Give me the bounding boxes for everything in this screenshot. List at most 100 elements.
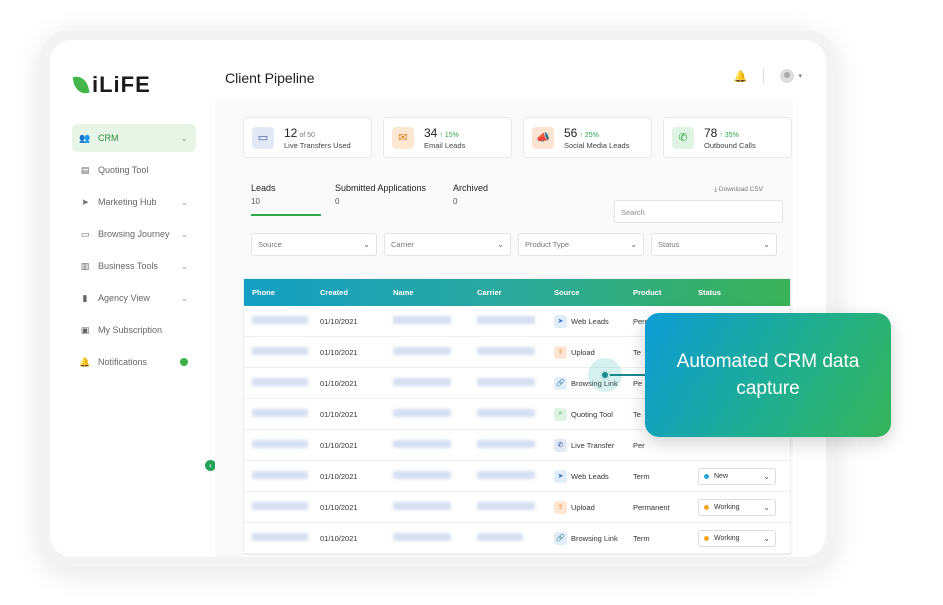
tab-bar: Leads 10 Submitted Applications 0 Archived 0 (251, 183, 523, 216)
redacted-carrier (477, 316, 535, 324)
chevron-down-icon: ⌄ (763, 471, 770, 481)
stat-card-text: 12 of 50 Live Transfers Used (284, 126, 351, 150)
source-label: Upload (571, 502, 595, 512)
sidebar-item-label: Browsing Journey (98, 229, 170, 239)
status-select[interactable]: New ⌄ (698, 467, 776, 485)
created-cell: 01/10/2021 (320, 409, 358, 419)
source-label: Upload (571, 347, 595, 357)
created-cell: 01/10/2021 (320, 316, 358, 326)
table-row[interactable]: 01/10/2021 🔗 Browsing Link Term Working ⌄ (244, 523, 790, 554)
stat-cards: ▭ 12 of 50 Live Transfers Used ✉ 34 ↑ 15% Email… (243, 117, 792, 158)
redacted-carrier (477, 409, 535, 417)
phone-cell (244, 471, 320, 481)
column-header-name[interactable]: Name (393, 288, 477, 297)
status-dot (704, 504, 709, 510)
name-cell (393, 440, 477, 450)
table-row[interactable]: 01/10/2021 ⇪ Upload Permanent Working ⌄ (244, 492, 790, 523)
name-cell (393, 471, 477, 481)
tab-submitted-applications[interactable]: Submitted Applications 0 (335, 183, 439, 216)
sidebar-item-notifications[interactable]: 🔔 Notifications (72, 348, 196, 376)
tab-count: 0 (453, 197, 458, 206)
stat-card[interactable]: 📣 56 ↑ 25% Social Media Leads (523, 117, 652, 158)
sidebar-item-label: CRM (98, 133, 119, 143)
status-cell: Working ⌄ (698, 529, 778, 547)
filter-status[interactable]: Status ⌄ (651, 233, 777, 256)
column-header-source[interactable]: Source (554, 288, 633, 297)
created-cell: 01/10/2021 (320, 471, 358, 481)
redacted-phone (252, 471, 308, 479)
product-cell: Permanent (633, 502, 670, 512)
sidebar-item-marketing-hub[interactable]: ➤ Marketing Hub ⌄ (72, 188, 196, 216)
search-input[interactable]: Search (614, 200, 783, 223)
redacted-name (393, 316, 451, 324)
filter-product-type[interactable]: Product Type ⌄ (518, 233, 644, 256)
stat-label: Live Transfers Used (284, 140, 351, 150)
chevron-down-icon[interactable]: ▾ (798, 72, 802, 80)
column-header-carrier[interactable]: Carrier (477, 288, 554, 297)
clipboard-icon: ▣ (80, 324, 90, 335)
document-icon: ▤ (80, 164, 90, 175)
chevron-down-icon[interactable]: ⌄ (180, 261, 188, 272)
status-label: New (714, 472, 729, 480)
sidebar-item-business-tools[interactable]: ▥ Business Tools ⌄ (72, 252, 196, 280)
sidebar-item-browsing-journey[interactable]: ▭ Browsing Journey ⌄ (72, 220, 196, 248)
megaphone-icon: 📣 (532, 126, 554, 149)
chevron-down-icon: ⌄ (763, 240, 770, 249)
filter-source[interactable]: Source ⌄ (251, 233, 377, 256)
source-cell: ⇪ Upload (554, 345, 633, 359)
name-cell (393, 347, 477, 357)
status-select[interactable]: Working ⌄ (698, 529, 776, 547)
table-row[interactable]: 01/10/2021 ➤ Web Leads Term New ⌄ (244, 461, 790, 492)
redacted-name (393, 378, 451, 386)
status-label: Working (714, 534, 740, 542)
bell-icon: 🔔 (79, 356, 91, 367)
tab-archived[interactable]: Archived 0 (453, 183, 523, 216)
chevron-down-icon[interactable]: ⌄ (180, 229, 188, 240)
column-header-status[interactable]: Status (698, 288, 778, 297)
download-icon: ⤓ (714, 186, 718, 193)
stat-card[interactable]: ✉ 34 ↑ 15% Email Leads (383, 117, 512, 158)
chevron-down-icon[interactable]: ⌄ (180, 293, 188, 304)
stat-card[interactable]: ▭ 12 of 50 Live Transfers Used (243, 117, 372, 158)
download-csv-link[interactable]: ⤓ Download CSV (714, 186, 763, 194)
column-header-product[interactable]: Product (633, 288, 698, 297)
status-select[interactable]: Working ⌄ (698, 498, 776, 516)
source-cell: ➤ Web Leads (554, 314, 633, 328)
notification-badge (180, 358, 188, 366)
redacted-phone (252, 347, 308, 355)
stat-value-line: 34 ↑ 15% (424, 126, 465, 140)
sidebar-item-crm[interactable]: 👥 CRM ⌄ (72, 124, 196, 152)
chevron-down-icon[interactable]: ⌄ (180, 133, 188, 144)
status-dot (704, 535, 709, 541)
filter-bar: Source ⌄ Carrier ⌄ Product Type ⌄ Status ⌄ (251, 233, 777, 256)
sidebar-item-agency-view[interactable]: ▮ Agency View ⌄ (72, 284, 196, 312)
logo[interactable]: iLiFE (72, 72, 151, 98)
sidebar-item-my-subscription[interactable]: ▣ My Subscription (72, 316, 196, 344)
monitor-icon: ▭ (252, 126, 274, 149)
filter-carrier[interactable]: Carrier ⌄ (384, 233, 511, 256)
avatar[interactable] (780, 69, 795, 83)
stat-suffix: of 50 (299, 131, 315, 139)
redacted-carrier (477, 378, 535, 386)
pointer-line (605, 374, 647, 376)
stat-label: Outbound Calls (704, 140, 756, 150)
device-frame: iLiFE 👥 CRM ⌄ ▤ Quoting Tool ➤ Marketing Hub ⌄ ▭… (40, 30, 836, 567)
phone-cell (244, 502, 320, 512)
sidebar-item-label: Quoting Tool (98, 165, 149, 175)
column-header-phone[interactable]: Phone (244, 288, 320, 297)
filter-label: Carrier (391, 240, 414, 249)
chevron-down-icon[interactable]: ⌄ (180, 197, 188, 208)
sidebar-item-quoting-tool[interactable]: ▤ Quoting Tool (72, 156, 196, 184)
upload-icon: ⇪ (554, 500, 567, 514)
column-header-created[interactable]: Created (320, 288, 393, 297)
leaf-logo-icon (72, 74, 90, 96)
status-dot (704, 473, 709, 479)
tab-leads[interactable]: Leads 10 (251, 183, 321, 216)
stat-card-text: 78 ↑ 35% Outbound Calls (704, 126, 756, 150)
table-header: Phone Created Name Carrier Source Product Stat… (244, 279, 790, 306)
stat-card[interactable]: ✆ 78 ↑ 35% Outbound Calls (663, 117, 792, 158)
redacted-phone (252, 502, 308, 510)
sidebar-item-label: Notifications (98, 357, 148, 367)
bell-icon[interactable]: 🔔 (734, 70, 748, 83)
cursor-icon: ➤ (554, 469, 567, 483)
